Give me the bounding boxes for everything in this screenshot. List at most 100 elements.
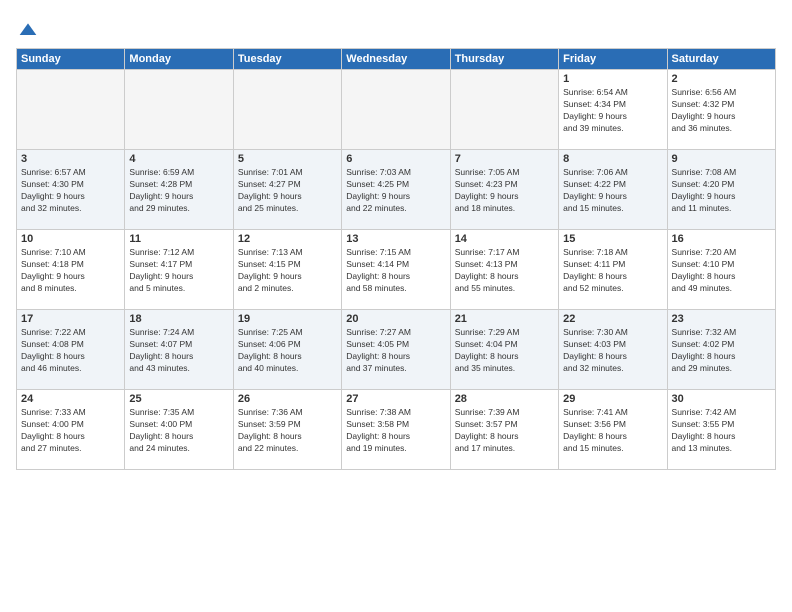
calendar-cell: 30Sunrise: 7:42 AM Sunset: 3:55 PM Dayli…	[667, 390, 775, 470]
day-number: 24	[21, 393, 120, 405]
day-number: 27	[346, 393, 445, 405]
day-number: 11	[129, 233, 228, 245]
day-info: Sunrise: 7:25 AM Sunset: 4:06 PM Dayligh…	[238, 327, 337, 375]
day-number: 20	[346, 313, 445, 325]
calendar-cell: 25 Sunrise: 7:35 AM Sunset: 4:00 PM Dayli…	[125, 390, 233, 470]
day-number: 13	[346, 233, 445, 245]
day-info: Sunrise: 6:54 AM Sunset: 4:34 PM Dayligh…	[563, 87, 662, 135]
day-info: Sunrise: 7:03 AM Sunset: 4:25 PM Dayligh…	[346, 167, 445, 215]
day-info: Sunrise: 7:42 AM Sunset: 3:55 PM Dayligh…	[672, 407, 771, 455]
day-number: 16	[672, 233, 771, 245]
calendar-cell: 8 Sunrise: 7:06 AM Sunset: 4:22 PM Daylig…	[559, 150, 667, 230]
calendar-cell: 28 Sunrise: 7:39 AM Sunset: 3:57 PM Dayli…	[450, 390, 558, 470]
weekday-header: Friday	[559, 49, 667, 70]
day-info: Sunrise: 7:27 AM Sunset: 4:05 PM Dayligh…	[346, 327, 445, 375]
day-info: Sunrise: 7:20 AM Sunset: 4:10 PM Dayligh…	[672, 247, 771, 295]
calendar-cell: 20 Sunrise: 7:27 AM Sunset: 4:05 PM Dayli…	[342, 310, 450, 390]
calendar-cell: 17 Sunrise: 7:22 AM Sunset: 4:08 PM Dayli…	[17, 310, 125, 390]
day-number: 22	[563, 313, 662, 325]
calendar-cell: 12 Sunrise: 7:13 AM Sunset: 4:15 PM Dayli…	[233, 230, 341, 310]
day-info: Sunrise: 7:33 AM Sunset: 4:00 PM Dayligh…	[21, 407, 120, 455]
calendar-cell: 1Sunrise: 6:54 AM Sunset: 4:34 PM Daylig…	[559, 70, 667, 150]
calendar-cell: 21 Sunrise: 7:29 AM Sunset: 4:04 PM Dayli…	[450, 310, 558, 390]
calendar-week-row: 1Sunrise: 6:54 AM Sunset: 4:34 PM Daylig…	[17, 70, 776, 150]
day-number: 18	[129, 313, 228, 325]
day-info: Sunrise: 7:24 AM Sunset: 4:07 PM Dayligh…	[129, 327, 228, 375]
calendar-cell: 6 Sunrise: 7:03 AM Sunset: 4:25 PM Daylig…	[342, 150, 450, 230]
day-number: 5	[238, 153, 337, 165]
weekday-header: Wednesday	[342, 49, 450, 70]
calendar-cell: 15 Sunrise: 7:18 AM Sunset: 4:11 PM Dayli…	[559, 230, 667, 310]
day-info: Sunrise: 7:39 AM Sunset: 3:57 PM Dayligh…	[455, 407, 554, 455]
calendar-week-row: 10 Sunrise: 7:10 AM Sunset: 4:18 PM Dayli…	[17, 230, 776, 310]
calendar-cell: 10 Sunrise: 7:10 AM Sunset: 4:18 PM Dayli…	[17, 230, 125, 310]
day-info: Sunrise: 7:13 AM Sunset: 4:15 PM Dayligh…	[238, 247, 337, 295]
calendar-cell	[233, 70, 341, 150]
day-number: 14	[455, 233, 554, 245]
day-info: Sunrise: 6:59 AM Sunset: 4:28 PM Dayligh…	[129, 167, 228, 215]
day-number: 19	[238, 313, 337, 325]
day-number: 12	[238, 233, 337, 245]
calendar-cell: 11 Sunrise: 7:12 AM Sunset: 4:17 PM Dayli…	[125, 230, 233, 310]
calendar-cell	[450, 70, 558, 150]
calendar-cell: 18 Sunrise: 7:24 AM Sunset: 4:07 PM Dayli…	[125, 310, 233, 390]
day-info: Sunrise: 7:18 AM Sunset: 4:11 PM Dayligh…	[563, 247, 662, 295]
day-info: Sunrise: 7:32 AM Sunset: 4:02 PM Dayligh…	[672, 327, 771, 375]
day-info: Sunrise: 7:41 AM Sunset: 3:56 PM Dayligh…	[563, 407, 662, 455]
day-number: 26	[238, 393, 337, 405]
day-info: Sunrise: 7:22 AM Sunset: 4:08 PM Dayligh…	[21, 327, 120, 375]
calendar-cell: 23 Sunrise: 7:32 AM Sunset: 4:02 PM Dayli…	[667, 310, 775, 390]
day-info: Sunrise: 7:08 AM Sunset: 4:20 PM Dayligh…	[672, 167, 771, 215]
calendar-cell: 14 Sunrise: 7:17 AM Sunset: 4:13 PM Dayli…	[450, 230, 558, 310]
calendar-cell: 19 Sunrise: 7:25 AM Sunset: 4:06 PM Dayli…	[233, 310, 341, 390]
day-number: 17	[21, 313, 120, 325]
day-info: Sunrise: 7:01 AM Sunset: 4:27 PM Dayligh…	[238, 167, 337, 215]
logo-icon	[18, 20, 38, 40]
day-number: 7	[455, 153, 554, 165]
day-number: 25	[129, 393, 228, 405]
day-number: 15	[563, 233, 662, 245]
calendar-week-row: 17 Sunrise: 7:22 AM Sunset: 4:08 PM Dayli…	[17, 310, 776, 390]
day-info: Sunrise: 7:15 AM Sunset: 4:14 PM Dayligh…	[346, 247, 445, 295]
day-number: 21	[455, 313, 554, 325]
day-number: 3	[21, 153, 120, 165]
calendar-cell: 5 Sunrise: 7:01 AM Sunset: 4:27 PM Daylig…	[233, 150, 341, 230]
calendar-week-row: 3 Sunrise: 6:57 AM Sunset: 4:30 PM Daylig…	[17, 150, 776, 230]
day-info: Sunrise: 7:29 AM Sunset: 4:04 PM Dayligh…	[455, 327, 554, 375]
day-number: 28	[455, 393, 554, 405]
calendar-cell: 27 Sunrise: 7:38 AM Sunset: 3:58 PM Dayli…	[342, 390, 450, 470]
day-number: 8	[563, 153, 662, 165]
calendar-cell: 26 Sunrise: 7:36 AM Sunset: 3:59 PM Dayli…	[233, 390, 341, 470]
weekday-header: Thursday	[450, 49, 558, 70]
day-number: 23	[672, 313, 771, 325]
weekday-header: Tuesday	[233, 49, 341, 70]
day-info: Sunrise: 7:36 AM Sunset: 3:59 PM Dayligh…	[238, 407, 337, 455]
page-header	[16, 16, 776, 40]
calendar-cell: 22 Sunrise: 7:30 AM Sunset: 4:03 PM Dayli…	[559, 310, 667, 390]
day-number: 10	[21, 233, 120, 245]
calendar: SundayMondayTuesdayWednesdayThursdayFrid…	[16, 48, 776, 470]
calendar-header-row: SundayMondayTuesdayWednesdayThursdayFrid…	[17, 49, 776, 70]
day-info: Sunrise: 7:35 AM Sunset: 4:00 PM Dayligh…	[129, 407, 228, 455]
day-info: Sunrise: 7:17 AM Sunset: 4:13 PM Dayligh…	[455, 247, 554, 295]
day-number: 2	[672, 73, 771, 85]
calendar-cell: 29Sunrise: 7:41 AM Sunset: 3:56 PM Dayli…	[559, 390, 667, 470]
day-info: Sunrise: 7:12 AM Sunset: 4:17 PM Dayligh…	[129, 247, 228, 295]
calendar-cell	[342, 70, 450, 150]
day-info: Sunrise: 6:57 AM Sunset: 4:30 PM Dayligh…	[21, 167, 120, 215]
day-info: Sunrise: 7:38 AM Sunset: 3:58 PM Dayligh…	[346, 407, 445, 455]
logo	[16, 20, 38, 40]
calendar-cell: 13 Sunrise: 7:15 AM Sunset: 4:14 PM Dayli…	[342, 230, 450, 310]
calendar-cell: 2 Sunrise: 6:56 AM Sunset: 4:32 PM Daylig…	[667, 70, 775, 150]
day-info: Sunrise: 7:10 AM Sunset: 4:18 PM Dayligh…	[21, 247, 120, 295]
day-info: Sunrise: 7:06 AM Sunset: 4:22 PM Dayligh…	[563, 167, 662, 215]
calendar-cell: 16 Sunrise: 7:20 AM Sunset: 4:10 PM Dayli…	[667, 230, 775, 310]
day-info: Sunrise: 6:56 AM Sunset: 4:32 PM Dayligh…	[672, 87, 771, 135]
day-info: Sunrise: 7:30 AM Sunset: 4:03 PM Dayligh…	[563, 327, 662, 375]
day-number: 9	[672, 153, 771, 165]
calendar-cell	[17, 70, 125, 150]
calendar-cell: 24 Sunrise: 7:33 AM Sunset: 4:00 PM Dayli…	[17, 390, 125, 470]
day-number: 4	[129, 153, 228, 165]
calendar-cell: 9 Sunrise: 7:08 AM Sunset: 4:20 PM Daylig…	[667, 150, 775, 230]
day-number: 6	[346, 153, 445, 165]
